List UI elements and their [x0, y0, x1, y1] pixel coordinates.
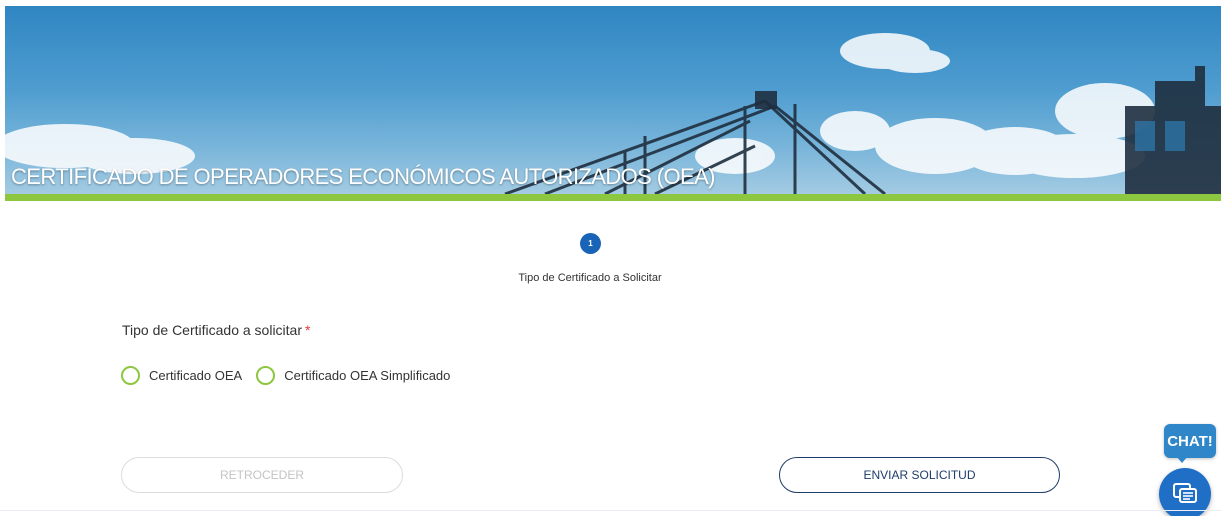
radio-option-label: Certificado OEA	[149, 368, 243, 383]
step-indicator-1: 1	[580, 233, 601, 254]
radio-option-label: Certificado OEA Simplificado	[284, 368, 451, 383]
banner-accent-bar	[5, 194, 1221, 201]
radio-button[interactable]	[256, 366, 276, 385]
radio-button[interactable]	[121, 366, 140, 385]
certificate-type-label-text: Tipo de Certificado a solicitar	[122, 322, 303, 338]
chat-open-button[interactable]	[1159, 468, 1211, 516]
chat-bubble-tail	[1176, 456, 1188, 463]
submit-request-button[interactable]: ENVIAR SOLICITUD	[779, 457, 1060, 493]
certificate-type-label: Tipo de Certificado a solicitar *	[122, 322, 310, 338]
footer-divider	[0, 510, 1221, 511]
back-button[interactable]: RETROCEDER	[121, 457, 403, 493]
chat-messages-icon	[1173, 483, 1197, 503]
page: CERTIFICADO DE OPERADORES ECONÓMICOS AUT…	[0, 0, 1221, 516]
header-banner: CERTIFICADO DE OPERADORES ECONÓMICOS AUT…	[5, 6, 1221, 194]
radio-option-certificado-oea[interactable]: Certificado OEA	[121, 366, 242, 385]
radio-option-certificado-oea-simplificado[interactable]: Certificado OEA Simplificado	[256, 366, 450, 385]
certificate-type-radio-group: Certificado OEA Certificado OEA Simplifi…	[121, 366, 464, 385]
page-title: CERTIFICADO DE OPERADORES ECONÓMICOS AUT…	[11, 164, 715, 189]
required-asterisk: *	[305, 322, 311, 338]
step-label-1: Tipo de Certificado a Solicitar	[518, 272, 662, 284]
chat-bubble-label[interactable]: CHAT!	[1164, 424, 1216, 458]
